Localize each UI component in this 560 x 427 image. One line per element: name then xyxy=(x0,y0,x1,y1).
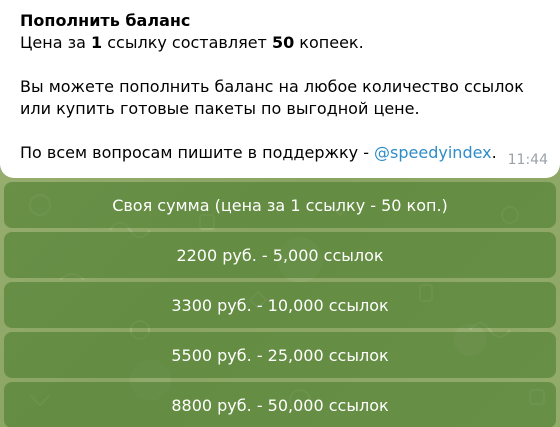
package-50000-button[interactable]: 8800 руб. - 50,000 ссылок xyxy=(4,382,556,427)
price-line: Цена за 1 ссылку составляет 50 копеек. xyxy=(20,32,542,54)
custom-amount-button[interactable]: Своя сумма (цена за 1 ссылку - 50 коп.) xyxy=(4,182,556,228)
support-mention-link[interactable]: @speedyindex xyxy=(374,143,492,162)
body-line-1: Вы можете пополнить баланс на любое коли… xyxy=(20,77,524,96)
package-25000-button[interactable]: 5500 руб. - 25,000 ссылок xyxy=(4,332,556,378)
message-bubble: Пополнить баланс Цена за 1 ссылку состав… xyxy=(0,0,560,178)
message-title: Пополнить баланс xyxy=(20,11,191,30)
support-line: По всем вопросам пишите в поддержку - @s… xyxy=(20,142,542,164)
package-5000-button[interactable]: 2200 руб. - 5,000 ссылок xyxy=(4,232,556,278)
package-10000-button[interactable]: 3300 руб. - 10,000 ссылок xyxy=(4,282,556,328)
body-line-2: или купить готовые пакеты по выгодной це… xyxy=(20,99,420,118)
price-count: 1 xyxy=(91,33,103,52)
price-middle: ссылку составляет xyxy=(102,33,272,52)
message-timestamp: 11:44 xyxy=(507,152,548,168)
price-value: 50 xyxy=(271,33,295,52)
price-prefix: Цена за xyxy=(20,33,92,52)
price-suffix: копеек. xyxy=(294,33,364,52)
support-end: . xyxy=(491,143,497,162)
support-text: По всем вопросам пишите в поддержку - xyxy=(20,143,375,162)
